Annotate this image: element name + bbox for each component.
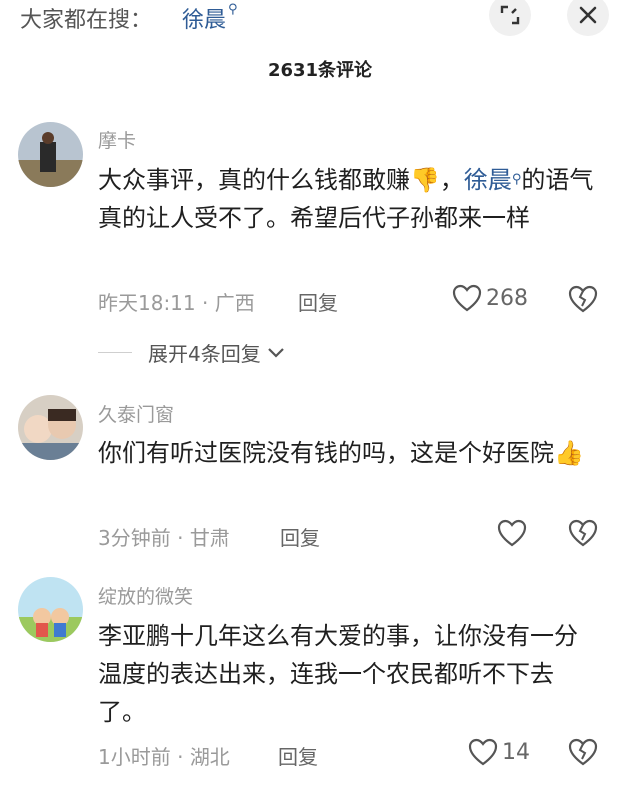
collapse-button[interactable] xyxy=(489,0,531,36)
comment-meta: 3分钟前 · 甘肃 xyxy=(98,526,230,550)
reply-button[interactable]: 回复 xyxy=(298,287,338,316)
comment-text-part: 大众事评，真的什么钱都敢赚 xyxy=(98,166,410,194)
like-count: 14 xyxy=(502,739,530,765)
comment-location: 广西 xyxy=(214,291,255,315)
broken-heart-icon xyxy=(568,285,598,313)
expand-replies-button[interactable]: 展开4条回复 xyxy=(98,338,285,367)
heart-icon xyxy=(497,519,527,547)
close-button[interactable] xyxy=(567,0,609,36)
dislike-button[interactable] xyxy=(568,285,598,317)
search-term-text: 徐晨 xyxy=(182,8,227,33)
comment-text-part: ， xyxy=(439,166,464,194)
search-prefix: 大家都在搜： xyxy=(20,8,153,33)
heart-icon xyxy=(468,738,498,766)
comment-location: 甘肃 xyxy=(189,526,230,550)
comment-username[interactable]: 久泰门窗 xyxy=(98,400,174,427)
thumbs-down-emoji: 👎 xyxy=(410,166,440,194)
thumbs-up-emoji: 👍 xyxy=(554,439,584,467)
broken-heart-icon xyxy=(568,738,598,766)
chevron-down-icon xyxy=(267,347,284,358)
like-button[interactable]: 14 xyxy=(468,738,530,766)
comment-text: 你们有听过医院没有钱的吗，这是个好医院👍 xyxy=(98,434,598,472)
like-button[interactable] xyxy=(497,519,527,547)
close-icon xyxy=(579,6,597,24)
comment-username[interactable]: 绽放的微笑 xyxy=(98,582,193,609)
avatar[interactable] xyxy=(18,577,83,642)
comment-time: 3分钟前 xyxy=(98,526,171,550)
comment-time: 昨天18:11 xyxy=(98,291,196,315)
expand-replies-label: 展开4条回复 xyxy=(148,342,261,366)
mention-text: 徐晨 xyxy=(463,166,512,194)
mention-link[interactable]: 徐晨⚲ xyxy=(464,166,522,194)
comment-count-title: 2631条评论 xyxy=(267,60,373,81)
divider xyxy=(98,352,132,353)
like-button[interactable]: 268 xyxy=(452,284,528,312)
heart-icon xyxy=(452,284,482,312)
comment-text: 大众事评，真的什么钱都敢赚👎，徐晨⚲的语气真的让人受不了。希望后代子孙都来一样 xyxy=(98,161,598,237)
search-icon: ⚲ xyxy=(228,2,238,17)
comment-meta: 1小时前 · 湖北 xyxy=(98,745,230,769)
reply-button[interactable]: 回复 xyxy=(278,741,318,770)
comment-text: 李亚鹏十几年这么有大爱的事，让你没有一分温度的表达出来，连我一个农民都听不下去了… xyxy=(98,622,578,726)
broken-heart-icon xyxy=(568,519,598,547)
comment-time: 1小时前 xyxy=(98,745,171,769)
avatar[interactable] xyxy=(18,395,83,460)
dislike-button[interactable] xyxy=(568,738,598,770)
comment-location: 湖北 xyxy=(189,745,230,769)
top-bar: 大家都在搜： 徐晨 ⚲ xyxy=(0,0,640,38)
reply-button[interactable]: 回复 xyxy=(280,522,320,551)
comment-text-part: 你们有听过医院没有钱的吗，这是个好医院 xyxy=(98,439,554,467)
avatar[interactable] xyxy=(18,122,83,187)
collapse-icon xyxy=(500,5,520,25)
like-count: 268 xyxy=(486,285,528,311)
search-term-link[interactable]: 徐晨 ⚲ xyxy=(182,2,238,34)
comment-username[interactable]: 摩卡 xyxy=(98,126,136,153)
search-icon: ⚲ xyxy=(511,172,522,187)
dislike-button[interactable] xyxy=(568,519,598,551)
comment-meta: 昨天18:11 · 广西 xyxy=(98,291,255,315)
